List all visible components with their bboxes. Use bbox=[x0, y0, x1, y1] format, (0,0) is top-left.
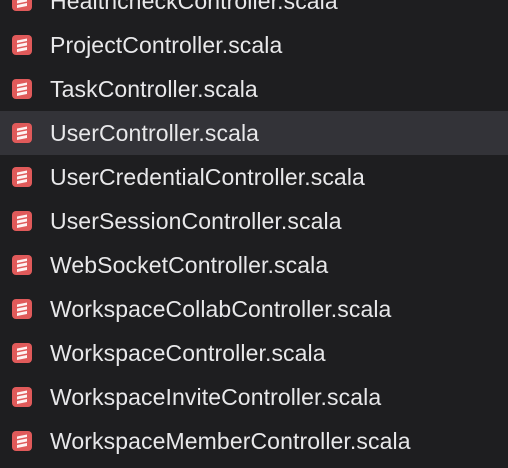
scala-file-icon bbox=[10, 0, 34, 13]
file-name: WorkspaceCollabController.scala bbox=[50, 295, 392, 322]
scala-file-icon bbox=[10, 429, 34, 453]
file-name: WebSocketController.scala bbox=[50, 251, 329, 278]
scala-file-icon bbox=[10, 33, 34, 57]
file-row-selected[interactable]: UserController.scala bbox=[0, 111, 508, 155]
scala-file-icon bbox=[10, 297, 34, 321]
file-row[interactable]: UserSessionController.scala bbox=[0, 199, 508, 243]
scala-file-icon bbox=[10, 385, 34, 409]
file-name: UserController.scala bbox=[50, 119, 260, 146]
file-name: UserSessionController.scala bbox=[50, 207, 342, 234]
file-row[interactable]: ProjectController.scala bbox=[0, 23, 508, 67]
scala-file-icon bbox=[10, 209, 34, 233]
scala-file-icon bbox=[10, 165, 34, 189]
file-row[interactable]: TaskController.scala bbox=[0, 67, 508, 111]
file-name: HealthcheckController.scala bbox=[50, 0, 338, 14]
file-name: TaskController.scala bbox=[50, 75, 258, 102]
scala-file-icon bbox=[10, 121, 34, 145]
scala-file-icon bbox=[10, 77, 34, 101]
file-name: UserCredentialController.scala bbox=[50, 163, 365, 190]
file-row[interactable]: WorkspaceMemberController.scala bbox=[0, 419, 508, 463]
file-name: WorkspaceMemberController.scala bbox=[50, 427, 411, 454]
file-row[interactable]: WorkspaceController.scala bbox=[0, 331, 508, 375]
file-name: WorkspaceInviteController.scala bbox=[50, 383, 382, 410]
scala-file-icon bbox=[10, 253, 34, 277]
file-row[interactable]: UserCredentialController.scala bbox=[0, 155, 508, 199]
file-row[interactable]: WorkspaceCollabController.scala bbox=[0, 287, 508, 331]
file-row[interactable]: WorkspaceInviteController.scala bbox=[0, 375, 508, 419]
file-rows: HealthcheckController.scala ProjectContr… bbox=[0, 0, 508, 463]
file-name: ProjectController.scala bbox=[50, 31, 283, 58]
scala-file-icon bbox=[10, 341, 34, 365]
file-row[interactable]: WebSocketController.scala bbox=[0, 243, 508, 287]
file-list: HealthcheckController.scala ProjectContr… bbox=[0, 0, 508, 468]
file-row[interactable]: HealthcheckController.scala bbox=[0, 0, 508, 23]
file-name: WorkspaceController.scala bbox=[50, 339, 326, 366]
